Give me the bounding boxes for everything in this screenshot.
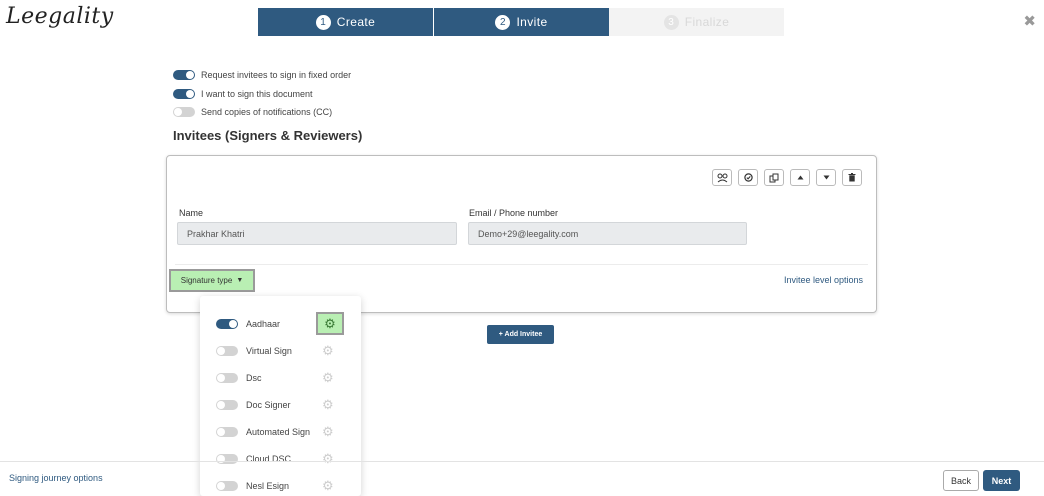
option-label: Dsc: [246, 373, 262, 383]
signing-journey-options-link[interactable]: Signing journey options: [9, 473, 103, 483]
gear-icon[interactable]: ⚙: [322, 398, 334, 411]
option-label: Virtual Sign: [246, 346, 292, 356]
gear-icon[interactable]: ⚙: [322, 452, 334, 465]
invitee-level-options-link[interactable]: Invitee level options: [784, 275, 863, 285]
setting-fixed-order: Request invitees to sign in fixed order: [173, 70, 351, 80]
sign-document-toggle[interactable]: [173, 89, 195, 99]
step-create[interactable]: 1 Create: [258, 8, 433, 36]
step-finalize: 3 Finalize: [609, 8, 784, 36]
signature-option-nesl-esign: Nesl Esign: [216, 481, 289, 491]
step-number: 2: [495, 14, 511, 30]
virtual-sign-toggle[interactable]: [216, 346, 238, 356]
step-label: Finalize: [684, 15, 730, 29]
gear-icon[interactable]: ⚙: [316, 312, 344, 335]
gear-icon[interactable]: ⚙: [322, 479, 334, 492]
move-down-icon[interactable]: [816, 169, 836, 186]
check-circle-icon[interactable]: [738, 169, 758, 186]
setting-sign-document: I want to sign this document: [173, 89, 313, 99]
doc-signer-toggle[interactable]: [216, 400, 238, 410]
setting-label: Request invitees to sign in fixed order: [201, 70, 352, 80]
fixed-order-toggle[interactable]: [173, 70, 195, 80]
setting-label: Send copies of notifications (CC): [201, 107, 333, 117]
add-invitee-button[interactable]: + Add Invitee: [487, 325, 554, 344]
cloud-dsc-toggle[interactable]: [216, 454, 238, 464]
automated-sign-toggle[interactable]: [216, 427, 238, 437]
invitee-card: Name Prakhar Khatri Email / Phone number…: [166, 155, 877, 313]
step-label: Invite: [516, 15, 548, 29]
delete-icon[interactable]: [842, 169, 862, 186]
signer-reviewer-icon[interactable]: [712, 169, 732, 186]
stepper: 1 Create 2 Invite 3 Finalize: [258, 8, 784, 36]
option-label: Aadhaar: [246, 319, 281, 329]
caret-down-icon: ▼: [236, 277, 244, 284]
move-up-icon[interactable]: [790, 169, 810, 186]
copy-icon[interactable]: [764, 169, 784, 186]
signature-option-virtual-sign: Virtual Sign: [216, 346, 292, 356]
step-invite[interactable]: 2 Invite: [434, 8, 609, 36]
signature-type-menu: Aadhaar ⚙ Virtual Sign ⚙ Dsc ⚙ Doc Signe…: [200, 296, 361, 496]
section-title: Invitees (Signers & Reviewers): [173, 128, 363, 143]
setting-label: I want to sign this document: [201, 89, 313, 99]
option-label: Nesl Esign: [246, 481, 290, 491]
setting-cc-notifications: Send copies of notifications (CC): [173, 107, 332, 117]
name-field[interactable]: Prakhar Khatri: [177, 222, 457, 245]
gear-icon[interactable]: ⚙: [322, 425, 334, 438]
gear-icon[interactable]: ⚙: [322, 371, 334, 384]
option-label: Cloud DSC: [246, 454, 292, 464]
name-label: Name: [179, 208, 204, 218]
leegality-logo: Leegality: [6, 4, 114, 29]
page: Leegality 1 Create 2 Invite 3 Finalize ✖…: [0, 0, 1044, 496]
signature-option-dsc: Dsc: [216, 373, 262, 383]
signature-option-doc-signer: Doc Signer: [216, 400, 291, 410]
gear-icon[interactable]: ⚙: [322, 344, 334, 357]
step-number: 1: [315, 14, 331, 30]
step-label: Create: [336, 15, 376, 29]
signature-type-label: Signature type: [180, 276, 233, 285]
dsc-toggle[interactable]: [216, 373, 238, 383]
signature-option-cloud-dsc: Cloud DSC: [216, 454, 291, 464]
divider: [175, 264, 868, 265]
next-button[interactable]: Next: [983, 470, 1020, 491]
signature-option-automated-sign: Automated Sign: [216, 427, 310, 437]
signature-option-aadhaar: Aadhaar: [216, 319, 280, 329]
email-field[interactable]: Demo+29@leegality.com: [468, 222, 747, 245]
back-button[interactable]: Back: [943, 470, 979, 491]
option-label: Automated Sign: [246, 427, 311, 437]
footer-divider: [0, 461, 1044, 462]
email-label: Email / Phone number: [469, 208, 559, 218]
aadhaar-toggle[interactable]: [216, 319, 238, 329]
signature-type-dropdown[interactable]: Signature type ▼: [169, 269, 255, 292]
cc-notifications-toggle[interactable]: [173, 107, 195, 117]
close-icon[interactable]: ✖: [1023, 12, 1036, 30]
option-label: Doc Signer: [246, 400, 291, 410]
step-number: 3: [663, 14, 679, 30]
nesl-esign-toggle[interactable]: [216, 481, 238, 491]
